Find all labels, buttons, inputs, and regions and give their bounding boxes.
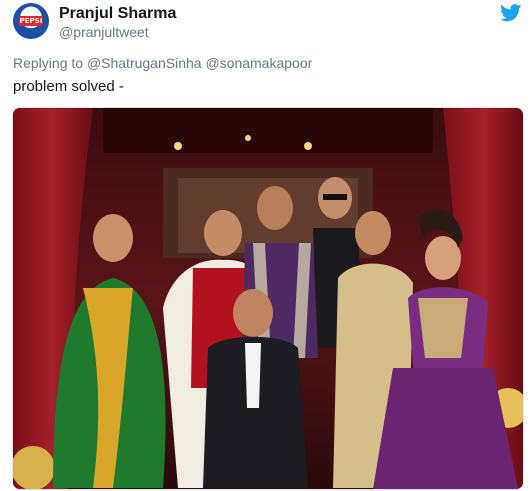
author-handle[interactable]: @pranjultweet xyxy=(59,24,149,40)
avatar[interactable]: PEPSI xyxy=(13,3,49,39)
replying-to: Replying to @ShatruganSinha @sonamakapoo… xyxy=(13,55,312,71)
avatar-logo: PEPSI xyxy=(19,16,43,26)
tweet-text: problem solved - xyxy=(13,78,124,95)
replying-prefix: Replying to xyxy=(13,55,84,71)
twitter-bird-icon[interactable] xyxy=(500,4,522,22)
mention-link[interactable]: @sonamakapoor xyxy=(205,55,312,71)
group-photo-illustration xyxy=(13,108,523,489)
tweet-card: PEPSI Pranjul Sharma @pranjultweet Reply… xyxy=(0,0,532,491)
tweet-photo[interactable] xyxy=(12,107,524,490)
mention-link[interactable]: @ShatruganSinha xyxy=(87,55,202,71)
author-name[interactable]: Pranjul Sharma xyxy=(59,5,176,23)
